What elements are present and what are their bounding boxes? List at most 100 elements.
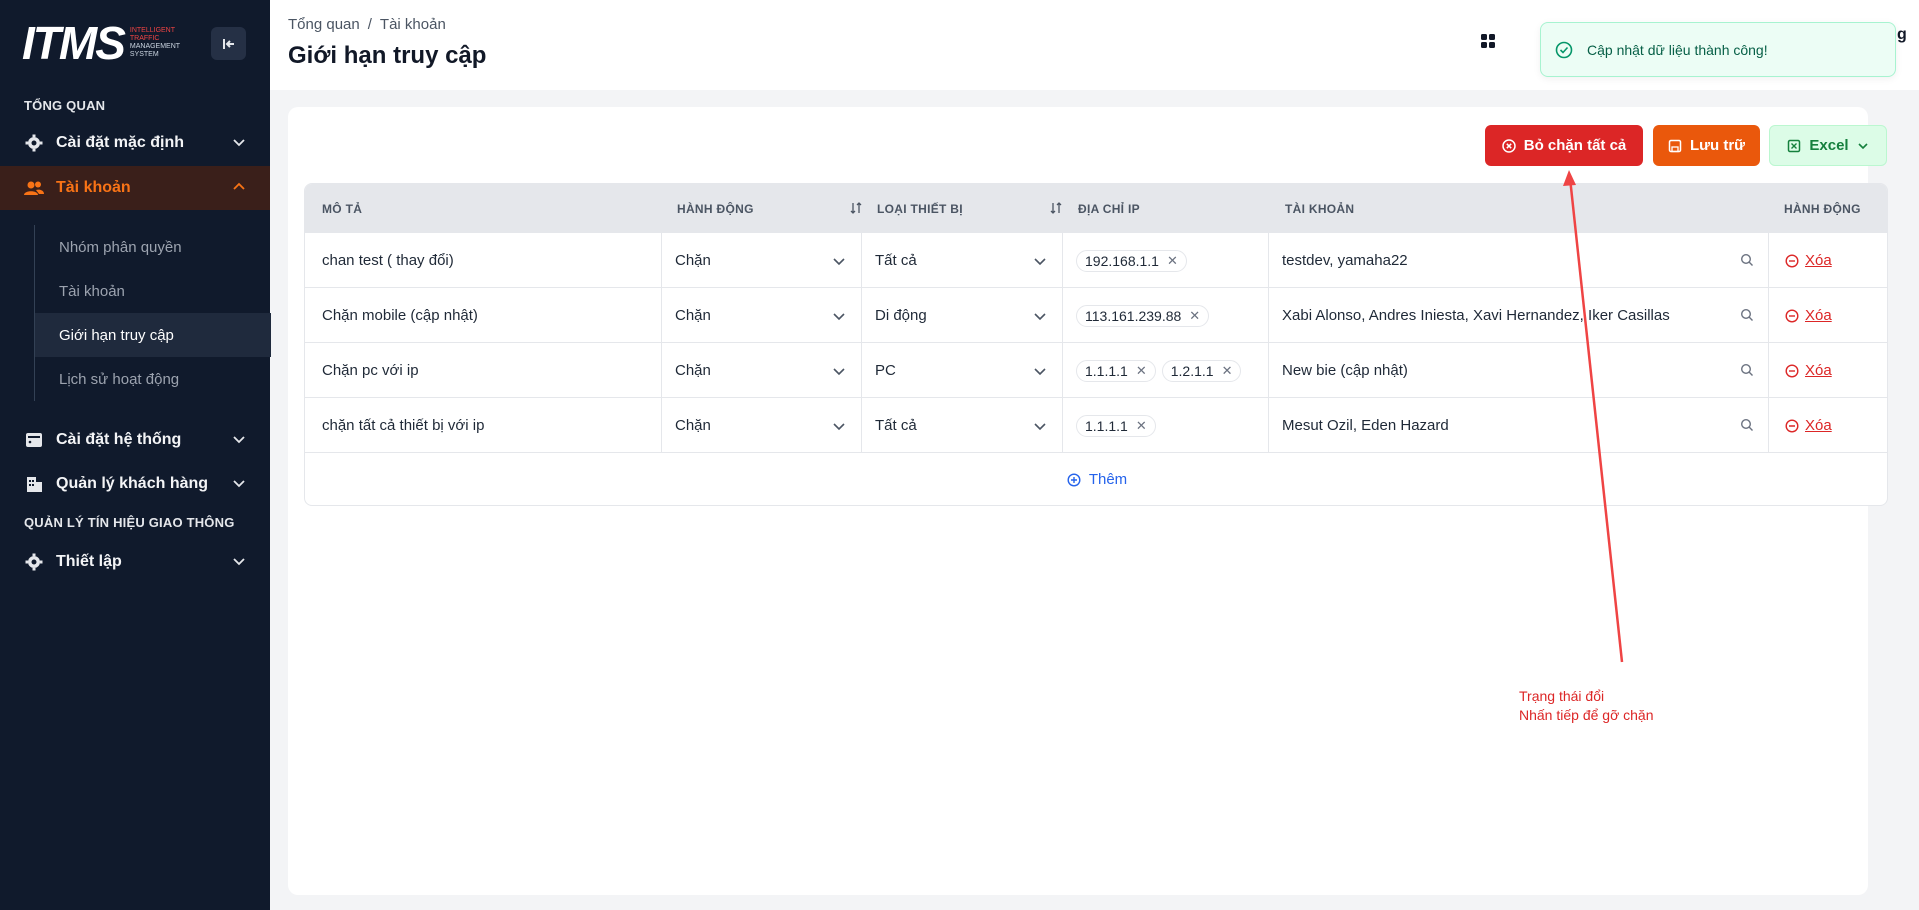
search-icon[interactable]: [1740, 308, 1754, 322]
add-row-button[interactable]: Thêm: [305, 453, 1887, 505]
excel-icon: [1788, 139, 1801, 152]
chevron-down-icon: [833, 258, 845, 266]
chevron-down-icon: [233, 558, 245, 566]
action-select[interactable]: Chặn: [662, 343, 862, 398]
delete-button[interactable]: Xóa: [1769, 233, 1887, 288]
account-cell[interactable]: New bie (cập nhật): [1269, 343, 1769, 398]
ip-tag: 1.1.1.1 ✕: [1076, 359, 1156, 382]
save-button[interactable]: Lưu trữ: [1653, 125, 1760, 166]
ip-cell[interactable]: 1.1.1.1 ✕ 1.2.1.1 ✕: [1063, 343, 1269, 398]
account-cell[interactable]: testdev, yamaha22: [1269, 233, 1769, 288]
apps-grid-button[interactable]: [1475, 28, 1501, 54]
delete-button[interactable]: Xóa: [1769, 398, 1887, 453]
header-user-name-partial: g: [1897, 26, 1907, 43]
delete-button[interactable]: Xóa: [1769, 288, 1887, 343]
minus-circle-icon: [1785, 418, 1799, 433]
gear-icon: [24, 552, 44, 572]
table-row: chặn tất cả thiết bị với ip Chặn Tất cả …: [305, 398, 1887, 453]
minus-circle-icon: [1785, 308, 1799, 323]
device-select[interactable]: PC: [862, 343, 1063, 398]
header-action[interactable]: HÀNH ĐỘNG: [677, 184, 877, 233]
breadcrumb-home[interactable]: Tổng quan: [288, 16, 360, 33]
sidebar-subitem-activity-history[interactable]: Lịch sử hoạt động: [35, 357, 271, 401]
button-label: Bỏ chặn tất cả: [1523, 137, 1627, 154]
remove-tag-icon[interactable]: ✕: [1136, 363, 1147, 379]
device-select[interactable]: Di động: [862, 288, 1063, 343]
logo-mark: ITMS: [22, 17, 126, 69]
remove-tag-icon[interactable]: ✕: [1136, 418, 1147, 434]
annotation-line-1: Trạng thái đổi: [1519, 688, 1605, 704]
account-value: Mesut Ozil, Eden Hazard: [1282, 417, 1449, 434]
sort-icon[interactable]: [849, 201, 863, 215]
search-icon[interactable]: [1740, 363, 1754, 377]
sidebar-item-label: Tài khoản: [56, 179, 131, 196]
logo-line-4: SYSTEM: [129, 51, 159, 58]
remove-tag-icon[interactable]: ✕: [1222, 363, 1233, 379]
header-device-type[interactable]: LOẠI THIẾT BỊ: [877, 184, 1077, 233]
ip-value: 1.2.1.1: [1170, 362, 1214, 379]
ip-cell[interactable]: 192.168.1.1 ✕: [1063, 233, 1269, 288]
section-overview: TỔNG QUAN: [24, 98, 106, 113]
subitem-label: Lịch sử hoạt động: [59, 370, 180, 388]
description-cell[interactable]: Chặn mobile (cập nhật): [305, 288, 662, 343]
unblock-all-button[interactable]: Bỏ chặn tất cả: [1485, 125, 1643, 166]
device-select[interactable]: Tất cả: [862, 233, 1063, 288]
collapse-left-icon: [222, 38, 234, 49]
sort-icon[interactable]: [1049, 201, 1063, 215]
ip-cell[interactable]: 113.161.239.88 ✕: [1063, 288, 1269, 343]
remove-tag-icon[interactable]: ✕: [1189, 308, 1200, 324]
search-icon[interactable]: [1740, 253, 1754, 267]
remove-tag-icon[interactable]: ✕: [1167, 253, 1178, 269]
table-row: Chặn mobile (cập nhật) Chặn Di động 113.…: [305, 288, 1887, 343]
sidebar-subitem-access-limit[interactable]: Giới hạn truy cập: [35, 313, 271, 357]
sidebar-item-system-settings[interactable]: Cài đặt hệ thống: [0, 418, 270, 462]
delete-button[interactable]: Xóa: [1769, 343, 1887, 398]
success-toast: Cập nhật dữ liệu thành công!: [1540, 22, 1896, 77]
table-row: Chặn pc với ip Chặn PC 1.1.1.1 ✕ 1.2.1.1 ✕…: [305, 343, 1887, 398]
chevron-down-icon: [1034, 423, 1046, 431]
header-label: LOẠI THIẾT BỊ: [877, 201, 963, 216]
breadcrumb-current[interactable]: Tài khoản: [380, 16, 446, 33]
search-icon[interactable]: [1740, 418, 1754, 432]
chevron-down-icon: [1034, 258, 1046, 266]
select-value: Chặn: [675, 362, 711, 379]
chevron-down-icon: [1034, 368, 1046, 376]
plus-circle-icon: [1067, 472, 1081, 487]
minus-circle-icon: [1785, 253, 1799, 268]
sidebar-subitem-accounts[interactable]: Tài khoản: [35, 269, 271, 313]
sidebar-item-label: Cài đặt mặc định: [56, 134, 185, 151]
chevron-down-icon: [233, 480, 245, 488]
gear-icon: [24, 133, 44, 153]
action-select[interactable]: Chặn: [662, 398, 862, 453]
chevron-down-icon: [233, 436, 245, 444]
chevron-down-icon: [233, 139, 245, 147]
ip-tag: 1.2.1.1 ✕: [1161, 359, 1242, 382]
sidebar-subitem-permission-groups[interactable]: Nhóm phân quyền: [35, 225, 271, 269]
users-icon: [24, 178, 44, 198]
chevron-down-icon: [833, 423, 845, 431]
account-cell[interactable]: Mesut Ozil, Eden Hazard: [1269, 398, 1769, 453]
excel-export-button[interactable]: Excel: [1769, 125, 1887, 166]
minus-circle-icon: [1785, 363, 1799, 378]
description-cell[interactable]: Chặn pc với ip: [305, 343, 662, 398]
sidebar-item-accounts[interactable]: Tài khoản: [0, 166, 270, 210]
chevron-down-icon: [1034, 313, 1046, 321]
sidebar-item-label: Quản lý khách hàng: [56, 475, 209, 492]
collapse-sidebar-button[interactable]: [211, 27, 246, 60]
device-select[interactable]: Tất cả: [862, 398, 1063, 453]
select-value: Chặn: [675, 252, 711, 269]
account-cell[interactable]: Xabi Alonso, Andres Iniesta, Xavi Hernan…: [1269, 288, 1769, 343]
description-cell[interactable]: chan test ( thay đổi): [305, 233, 662, 288]
description-cell[interactable]: chặn tất cả thiết bị với ip: [305, 398, 662, 453]
add-label: Thêm: [1088, 471, 1128, 488]
breadcrumb-separator: /: [367, 16, 372, 33]
sidebar-item-default-settings[interactable]: Cài đặt mặc định: [0, 121, 270, 165]
app-logo: ITMS INTELLIGENT TRAFFIC MANAGEMENT SYST…: [22, 20, 190, 66]
select-value: PC: [875, 362, 896, 379]
action-select[interactable]: Chặn: [662, 233, 862, 288]
ip-cell[interactable]: 1.1.1.1 ✕: [1063, 398, 1269, 453]
action-select[interactable]: Chặn: [662, 288, 862, 343]
sidebar-item-customer-management[interactable]: Quản lý khách hàng: [0, 462, 270, 506]
annotation-line-2: Nhấn tiếp để gỡ chặn: [1519, 707, 1654, 723]
sidebar-item-setup[interactable]: Thiết lập: [0, 540, 270, 584]
